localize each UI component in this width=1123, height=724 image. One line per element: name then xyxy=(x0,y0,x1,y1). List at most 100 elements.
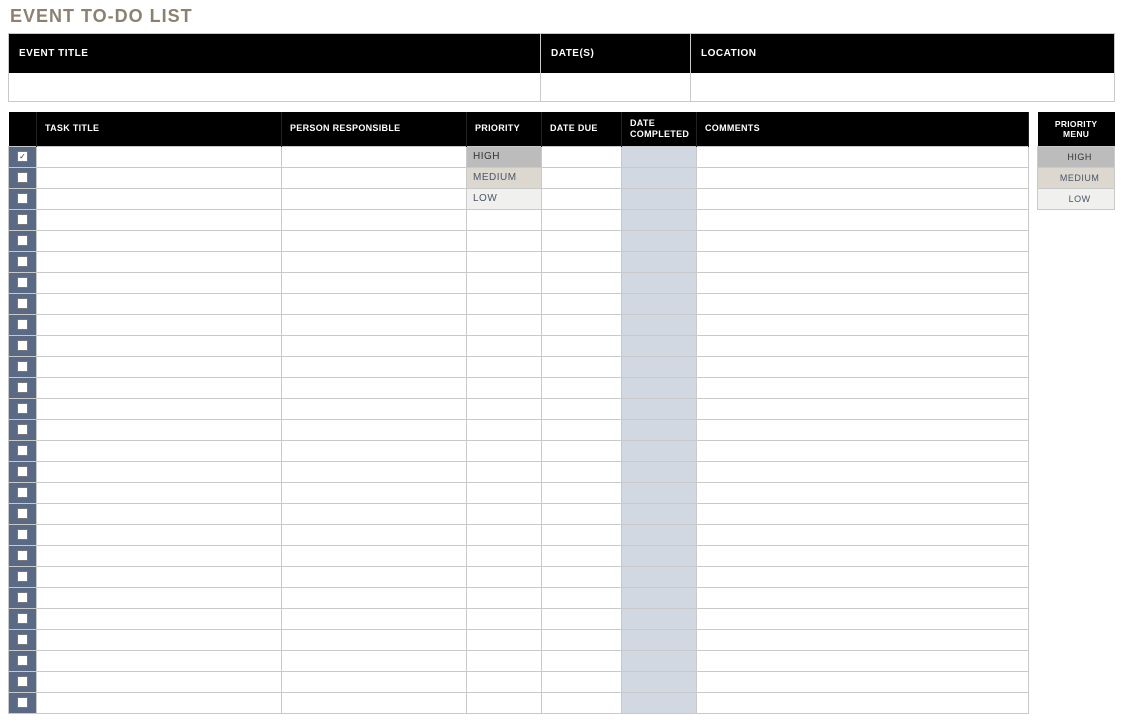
task-title-cell[interactable] xyxy=(37,545,282,566)
date-due-cell[interactable] xyxy=(542,587,622,608)
task-title-cell[interactable] xyxy=(37,650,282,671)
comments-cell[interactable] xyxy=(697,146,1029,167)
comments-cell[interactable] xyxy=(697,503,1029,524)
date-due-cell[interactable] xyxy=(542,650,622,671)
comments-cell[interactable] xyxy=(697,419,1029,440)
task-title-cell[interactable] xyxy=(37,629,282,650)
checkbox-icon[interactable] xyxy=(17,256,28,267)
date-due-cell[interactable] xyxy=(542,293,622,314)
person-cell[interactable] xyxy=(282,587,467,608)
person-cell[interactable] xyxy=(282,251,467,272)
task-title-cell[interactable] xyxy=(37,209,282,230)
date-completed-cell[interactable] xyxy=(622,440,697,461)
priority-cell[interactable] xyxy=(467,608,542,629)
checkbox-icon[interactable] xyxy=(17,634,28,645)
date-due-cell[interactable] xyxy=(542,398,622,419)
task-checkbox-cell[interactable] xyxy=(9,650,37,671)
comments-cell[interactable] xyxy=(697,272,1029,293)
date-due-cell[interactable] xyxy=(542,209,622,230)
priority-cell[interactable] xyxy=(467,293,542,314)
date-due-cell[interactable] xyxy=(542,314,622,335)
task-checkbox-cell[interactable] xyxy=(9,608,37,629)
person-cell[interactable] xyxy=(282,629,467,650)
task-checkbox-cell[interactable] xyxy=(9,587,37,608)
priority-cell[interactable] xyxy=(467,377,542,398)
checkbox-icon[interactable] xyxy=(17,550,28,561)
date-completed-cell[interactable] xyxy=(622,587,697,608)
date-completed-cell[interactable] xyxy=(622,524,697,545)
event-title-input[interactable] xyxy=(9,73,541,101)
checkbox-icon[interactable] xyxy=(17,277,28,288)
task-title-cell[interactable] xyxy=(37,587,282,608)
event-location-input[interactable] xyxy=(691,73,1114,101)
comments-cell[interactable] xyxy=(697,314,1029,335)
checkbox-icon[interactable]: ✓ xyxy=(17,151,28,162)
task-checkbox-cell[interactable] xyxy=(9,377,37,398)
checkbox-icon[interactable] xyxy=(17,613,28,624)
priority-cell[interactable] xyxy=(467,398,542,419)
task-checkbox-cell[interactable] xyxy=(9,419,37,440)
date-completed-cell[interactable] xyxy=(622,629,697,650)
checkbox-icon[interactable] xyxy=(17,298,28,309)
priority-cell[interactable] xyxy=(467,314,542,335)
date-completed-cell[interactable] xyxy=(622,461,697,482)
task-title-cell[interactable] xyxy=(37,167,282,188)
date-completed-cell[interactable] xyxy=(622,230,697,251)
task-checkbox-cell[interactable] xyxy=(9,503,37,524)
checkbox-icon[interactable] xyxy=(17,508,28,519)
task-title-cell[interactable] xyxy=(37,188,282,209)
priority-cell[interactable] xyxy=(467,419,542,440)
task-title-cell[interactable] xyxy=(37,293,282,314)
task-checkbox-cell[interactable] xyxy=(9,566,37,587)
task-checkbox-cell[interactable] xyxy=(9,629,37,650)
comments-cell[interactable] xyxy=(697,230,1029,251)
comments-cell[interactable] xyxy=(697,188,1029,209)
priority-cell[interactable] xyxy=(467,272,542,293)
comments-cell[interactable] xyxy=(697,398,1029,419)
date-due-cell[interactable] xyxy=(542,377,622,398)
priority-cell[interactable] xyxy=(467,230,542,251)
comments-cell[interactable] xyxy=(697,209,1029,230)
person-cell[interactable] xyxy=(282,650,467,671)
date-completed-cell[interactable] xyxy=(622,650,697,671)
task-checkbox-cell[interactable] xyxy=(9,692,37,713)
comments-cell[interactable] xyxy=(697,167,1029,188)
priority-cell[interactable] xyxy=(467,587,542,608)
task-title-cell[interactable] xyxy=(37,419,282,440)
date-due-cell[interactable] xyxy=(542,671,622,692)
task-checkbox-cell[interactable] xyxy=(9,188,37,209)
priority-menu-option[interactable]: MEDIUM xyxy=(1038,167,1115,188)
task-title-cell[interactable] xyxy=(37,398,282,419)
checkbox-icon[interactable] xyxy=(17,487,28,498)
task-checkbox-cell[interactable] xyxy=(9,524,37,545)
task-checkbox-cell[interactable] xyxy=(9,440,37,461)
priority-cell[interactable] xyxy=(467,566,542,587)
comments-cell[interactable] xyxy=(697,671,1029,692)
person-cell[interactable] xyxy=(282,188,467,209)
comments-cell[interactable] xyxy=(697,692,1029,713)
person-cell[interactable] xyxy=(282,335,467,356)
task-title-cell[interactable] xyxy=(37,251,282,272)
checkbox-icon[interactable] xyxy=(17,697,28,708)
checkbox-icon[interactable] xyxy=(17,571,28,582)
priority-menu-option[interactable]: LOW xyxy=(1038,188,1115,209)
checkbox-icon[interactable] xyxy=(17,445,28,456)
task-checkbox-cell[interactable] xyxy=(9,671,37,692)
person-cell[interactable] xyxy=(282,545,467,566)
person-cell[interactable] xyxy=(282,377,467,398)
priority-cell[interactable]: MEDIUM xyxy=(467,167,542,188)
comments-cell[interactable] xyxy=(697,251,1029,272)
comments-cell[interactable] xyxy=(697,608,1029,629)
person-cell[interactable] xyxy=(282,167,467,188)
date-due-cell[interactable] xyxy=(542,566,622,587)
task-title-cell[interactable] xyxy=(37,314,282,335)
task-checkbox-cell[interactable] xyxy=(9,545,37,566)
date-due-cell[interactable] xyxy=(542,503,622,524)
task-checkbox-cell[interactable]: ✓ xyxy=(9,146,37,167)
task-checkbox-cell[interactable] xyxy=(9,356,37,377)
checkbox-icon[interactable] xyxy=(17,676,28,687)
comments-cell[interactable] xyxy=(697,545,1029,566)
task-title-cell[interactable] xyxy=(37,335,282,356)
comments-cell[interactable] xyxy=(697,524,1029,545)
date-completed-cell[interactable] xyxy=(622,293,697,314)
